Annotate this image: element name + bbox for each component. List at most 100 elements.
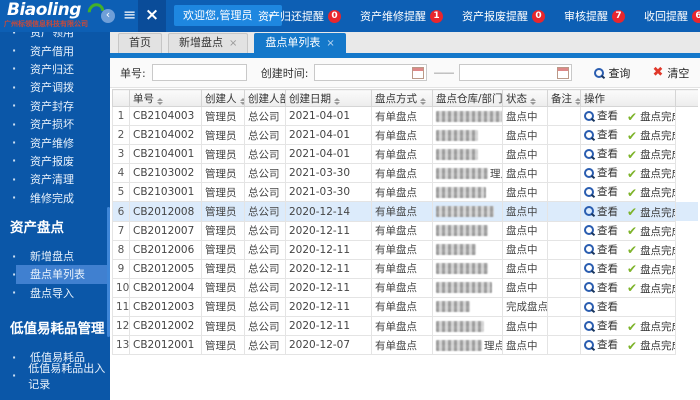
complete-link[interactable]: ✔盘点完成 [627, 128, 676, 143]
table-row[interactable]: 7CB2012007管理员总公司2020-12-11有单盘点盘点中查看✔盘点完成 [113, 221, 699, 240]
sort-icon[interactable] [420, 98, 426, 105]
table-row[interactable]: 9CB2012005管理员总公司2020-12-11有单盘点盘点中查看✔盘点完成 [113, 259, 699, 278]
sidebar-item[interactable]: ·资产清理 [0, 170, 110, 188]
notification-badge: 0 [532, 10, 545, 23]
table-row[interactable]: 3CB2104001管理员总公司2021-04-01有单盘点盘点中查看✔盘点完成 [113, 145, 699, 164]
complete-link[interactable]: ✔盘点完成 [627, 109, 676, 124]
view-link[interactable]: 查看 [584, 184, 618, 199]
topnav-item[interactable]: 收回提醒6 [644, 8, 700, 24]
complete-link[interactable]: ✔盘点完成 [627, 243, 676, 258]
view-link[interactable]: 查看 [584, 261, 618, 276]
cell-filler [676, 202, 699, 221]
sidebar-item[interactable]: ·资产归还 [0, 60, 110, 78]
sort-icon[interactable] [334, 98, 340, 105]
table-row[interactable]: 2CB2104002管理员总公司2021-04-01有单盘点盘点中查看✔盘点完成 [113, 126, 699, 145]
complete-link[interactable]: ✔盘点完成 [627, 262, 676, 277]
column-header[interactable] [113, 90, 130, 107]
calendar-icon[interactable] [557, 67, 569, 79]
date-to-input[interactable] [459, 64, 572, 81]
cell-remark [548, 259, 581, 278]
topnav-item[interactable]: 资产归还提醒0 [258, 8, 341, 24]
sort-icon[interactable] [157, 98, 163, 105]
sidebar-item[interactable]: ·低值易耗品出入记录 [0, 366, 110, 384]
sidebar-item[interactable]: ·资产损坏 [0, 115, 110, 133]
table-row[interactable]: 6CB2012008管理员总公司2020-12-14有单盘点盘点中查看✔盘点完成 [113, 202, 699, 221]
sidebar-item[interactable]: ·盘点导入 [0, 284, 110, 302]
complete-link[interactable]: ✔盘点完成 [627, 205, 676, 220]
calendar-icon[interactable] [412, 67, 424, 79]
complete-link[interactable]: ✔盘点完成 [627, 224, 676, 239]
table-row[interactable]: 4CB2103002管理员总公司2021-03-30有单盘点理点盘点中查看✔盘点… [113, 164, 699, 183]
tab-close-icon[interactable]: × [229, 38, 237, 49]
order-no-input[interactable] [152, 64, 247, 81]
complete-link[interactable]: ✔盘点完成 [627, 281, 676, 296]
column-header[interactable]: 创建日期 [286, 90, 372, 107]
sidebar-section-title[interactable]: 低值易耗品管理 [0, 308, 110, 341]
sidebar-item[interactable]: ·资产调拨 [0, 78, 110, 96]
sidebar-section-title[interactable]: 资产盘点 [0, 207, 110, 240]
sidebar-item[interactable]: ·资产借用 [0, 41, 110, 59]
view-link[interactable]: 查看 [584, 127, 618, 142]
close-icon[interactable]: × [138, 0, 166, 32]
view-link[interactable]: 查看 [584, 223, 618, 238]
column-header[interactable]: 状态 [503, 90, 548, 107]
column-header[interactable]: 备注 [548, 90, 581, 107]
tab-close-icon[interactable]: × [326, 38, 334, 49]
table-row[interactable]: 11CB2012003管理员总公司2020-12-11有单盘点完成盘点查看 [113, 297, 699, 316]
view-link[interactable]: 查看 [584, 146, 618, 161]
column-header[interactable]: 创建人部门 [245, 90, 286, 107]
view-link[interactable]: 查看 [584, 242, 618, 257]
view-label: 查看 [597, 108, 618, 123]
sidebar-section-title[interactable]: 报表记录 [0, 391, 110, 400]
sort-icon[interactable] [240, 98, 245, 105]
sidebar-collapse-button[interactable]: ‹ [101, 9, 115, 23]
complete-link[interactable]: ✔盘点完成 [627, 166, 676, 181]
table-row[interactable]: 10CB2012004管理员总公司2020-12-11有单盘点盘点中查看✔盘点完… [113, 278, 699, 297]
table-row[interactable]: 1CB2104003管理员总公司2021-04-01有单盘点盘点中查看✔盘点完成 [113, 107, 699, 126]
view-link[interactable]: 查看 [584, 318, 618, 333]
tab-item[interactable]: 盘点单列表× [254, 33, 345, 53]
sidebar-item[interactable]: ·资产报废 [0, 152, 110, 170]
table-row[interactable]: 13CB2012001管理员总公司2020-12-07有单盘点理点盘点中查看✔盘… [113, 336, 699, 355]
table-row[interactable]: 8CB2012006管理员总公司2020-12-11有单盘点盘点中查看✔盘点完成 [113, 240, 699, 259]
cell-remark [548, 126, 581, 145]
clear-button[interactable]: ✖ 清空 [652, 65, 689, 81]
complete-link[interactable]: ✔盘点完成 [627, 338, 676, 353]
complete-link[interactable]: ✔盘点完成 [627, 147, 676, 162]
tab-item[interactable]: 首页 [118, 33, 162, 53]
date-from-input[interactable] [314, 64, 427, 81]
view-link[interactable]: 查看 [584, 165, 618, 180]
topnav-label: 收回提醒 [644, 8, 688, 24]
date-from-wrap [314, 64, 427, 81]
sidebar-item[interactable]: ·资产封存 [0, 97, 110, 115]
column-header[interactable]: 盘点方式 [372, 90, 433, 107]
column-header[interactable]: 盘点仓库/部门 [433, 90, 503, 107]
sidebar-item[interactable]: ·资产领用 [0, 32, 110, 41]
column-header[interactable]: 创建人 [202, 90, 245, 107]
sidebar-item[interactable]: ·新增盘点 [0, 247, 110, 265]
topnav-item[interactable]: 资产维修提醒1 [360, 8, 443, 24]
view-link[interactable]: 查看 [584, 337, 618, 352]
topnav-item[interactable]: 资产报废提醒0 [462, 8, 545, 24]
complete-link[interactable]: ✔盘点完成 [627, 185, 676, 200]
view-link[interactable]: 查看 [584, 204, 618, 219]
sort-icon[interactable] [575, 98, 581, 105]
table-row[interactable]: 5CB2103001管理员总公司2021-03-30有单盘点盘点中查看✔盘点完成 [113, 183, 699, 202]
column-header[interactable]: 单号 [130, 90, 202, 107]
table-row[interactable]: 12CB2012002管理员总公司2020-12-11有单盘点盘点中查看✔盘点完… [113, 317, 699, 336]
cell-order-no: CB2103001 [130, 183, 202, 202]
view-link[interactable]: 查看 [584, 299, 618, 314]
sidebar-item[interactable]: ·盘点单列表 [0, 265, 110, 283]
view-link[interactable]: 查看 [584, 280, 618, 295]
query-button[interactable]: 查询 [594, 65, 630, 81]
tab-item[interactable]: 新增盘点× [168, 33, 248, 53]
cell-filler [676, 183, 699, 202]
column-header[interactable]: 操作 [581, 90, 676, 107]
hamburger-menu-icon[interactable]: ≡ [123, 5, 136, 24]
complete-link[interactable]: ✔盘点完成 [627, 319, 676, 334]
sidebar-item[interactable]: ·维修完成 [0, 189, 110, 207]
view-link[interactable]: 查看 [584, 108, 618, 123]
topnav-item[interactable]: 审核提醒7 [564, 8, 625, 24]
sort-icon[interactable] [530, 98, 536, 105]
sidebar-item[interactable]: ·资产维修 [0, 133, 110, 151]
